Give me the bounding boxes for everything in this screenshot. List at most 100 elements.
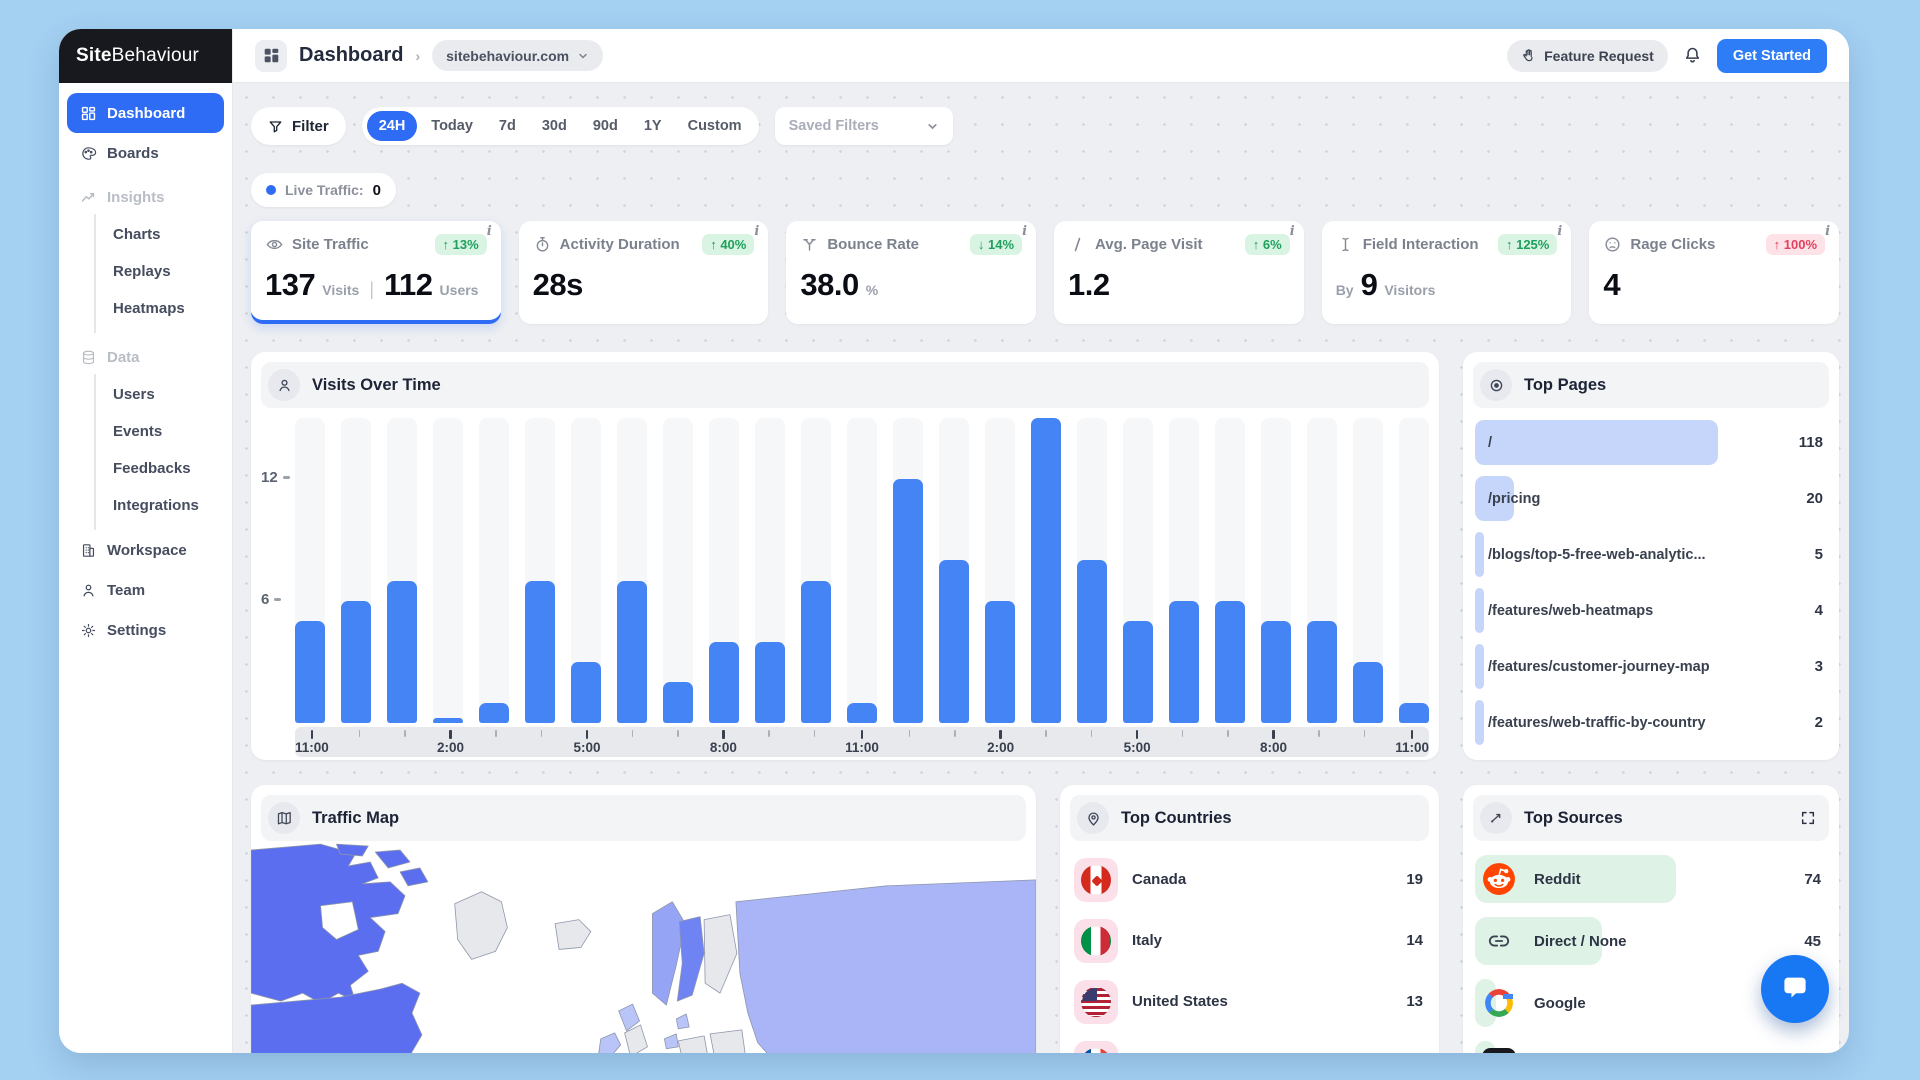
- range-chip-custom[interactable]: Custom: [676, 111, 754, 141]
- bar-hour-7:00[interactable]: [663, 682, 693, 723]
- stat-card-avg-page-visit[interactable]: Avg. Page Visit ↑ 6% 1.2 i: [1054, 221, 1304, 324]
- sidebar-item-users[interactable]: Users: [96, 376, 224, 413]
- sidebar-item-settings[interactable]: Settings: [67, 610, 224, 650]
- bar-hour-3:00[interactable]: [1031, 418, 1061, 723]
- bar-hour-8:00[interactable]: [1261, 621, 1291, 723]
- stat-card-bounce-rate[interactable]: Bounce Rate ↓ 14% 38.0% i: [786, 221, 1037, 324]
- range-chip-90d[interactable]: 90d: [581, 111, 630, 141]
- feature-request-button[interactable]: Feature Request: [1507, 39, 1668, 72]
- saved-filters-select[interactable]: Saved Filters: [774, 107, 953, 145]
- x-axis-label: 8:00: [709, 740, 737, 755]
- site-selector[interactable]: sitebehaviour.com: [432, 40, 604, 71]
- bar-hour-2:00[interactable]: [985, 601, 1015, 723]
- bar-hour-11:00[interactable]: [295, 621, 325, 723]
- sidebar-item-feedbacks[interactable]: Feedbacks: [96, 450, 224, 487]
- info-icon[interactable]: i: [1825, 224, 1830, 239]
- bar-hour-5:00[interactable]: [1123, 621, 1153, 723]
- slash-icon: [1068, 235, 1087, 254]
- x-axis-cell: [663, 730, 692, 757]
- source-row[interactable]: Reddit 74: [1475, 855, 1827, 903]
- bar-hour-10:00[interactable]: [1353, 662, 1383, 723]
- expand-icon[interactable]: [1800, 810, 1816, 826]
- sidebar-item-boards[interactable]: Boards: [67, 133, 224, 173]
- bar-track: [1077, 418, 1107, 723]
- bar-hour-12:00[interactable]: [893, 479, 923, 723]
- top-page-bar: [1475, 588, 1484, 633]
- sidebar-item-integrations[interactable]: Integrations: [96, 487, 224, 524]
- country-row-fr[interactable]: France12: [1074, 1040, 1425, 1053]
- chat-widget-button[interactable]: [1761, 955, 1829, 1023]
- bar-hour-12:00[interactable]: [341, 601, 371, 723]
- bar-hour-8:00[interactable]: [709, 642, 739, 723]
- bell-icon[interactable]: [1682, 45, 1703, 66]
- google-icon-bar: [1503, 994, 1513, 999]
- bar-hour-1:00[interactable]: [939, 560, 969, 723]
- x-axis-label: 8:00: [1260, 740, 1288, 755]
- bar-hour-1:00[interactable]: [387, 581, 417, 723]
- source-row[interactable]: Direct / None 45: [1475, 917, 1827, 965]
- country-row-it[interactable]: Italy 14: [1074, 918, 1425, 963]
- world-traffic-map[interactable]: [251, 843, 1036, 1053]
- bar-hour-6:00[interactable]: [1169, 601, 1199, 723]
- info-icon[interactable]: i: [1290, 224, 1295, 239]
- stat-value-number: 1.2: [1068, 267, 1110, 302]
- range-chip-today[interactable]: Today: [419, 111, 485, 141]
- x-axis-tick: [585, 730, 589, 739]
- bar-hour-4:00[interactable]: [525, 581, 555, 723]
- bar-hour-6:00[interactable]: [617, 581, 647, 723]
- filter-button[interactable]: Filter: [251, 107, 346, 145]
- top-page-row[interactable]: / 118: [1475, 418, 1827, 467]
- info-icon[interactable]: i: [1557, 224, 1562, 239]
- range-chip-7d[interactable]: 7d: [487, 111, 528, 141]
- info-icon[interactable]: i: [487, 224, 492, 239]
- y-axis-tick: 6: [261, 591, 282, 608]
- country-name: Canada: [1132, 871, 1187, 888]
- top-page-row[interactable]: /features/web-traffic-by-country 2: [1475, 698, 1827, 747]
- sidebar-item-label: Settings: [107, 621, 167, 639]
- country-row-ca[interactable]: Canada 19: [1074, 857, 1425, 902]
- top-page-bar: [1475, 644, 1484, 689]
- stat-card-rage-clicks[interactable]: Rage Clicks ↑ 100% 4 i: [1589, 221, 1840, 324]
- range-chip-1y[interactable]: 1Y: [632, 111, 674, 141]
- top-page-row[interactable]: /features/web-heatmaps 4: [1475, 586, 1827, 635]
- sidebar-item-dashboard[interactable]: Dashboard: [67, 93, 224, 133]
- stat-card-site-traffic[interactable]: Site Traffic ↑ 13% 137 Visits | 112 Users i: [251, 221, 501, 324]
- info-icon[interactable]: i: [754, 224, 759, 239]
- sidebar-item-charts[interactable]: Charts: [96, 216, 224, 253]
- stat-card-activity-duration[interactable]: Activity Duration ↑ 40% 28s i: [518, 221, 769, 324]
- sidebar-item-replays[interactable]: Replays: [96, 253, 224, 290]
- get-started-button[interactable]: Get Started: [1716, 38, 1827, 73]
- bar-hour-5:00[interactable]: [571, 662, 601, 723]
- stat-title: Activity Duration: [559, 236, 680, 253]
- top-page-row[interactable]: /blogs/top-5-free-web-analytic... 5: [1475, 530, 1827, 579]
- bar-hour-9:00[interactable]: [1307, 621, 1337, 723]
- bar-track: [939, 418, 969, 723]
- stat-title: Avg. Page Visit: [1095, 236, 1203, 253]
- info-icon[interactable]: i: [1022, 224, 1027, 239]
- trend-arrow-icon: [1480, 802, 1512, 834]
- source-row[interactable]: Sitebehaviour.com5: [1475, 1041, 1827, 1053]
- bar-hour-7:00[interactable]: [1215, 601, 1245, 723]
- bar-hour-2:00[interactable]: [433, 718, 463, 723]
- bar-hour-11:00[interactable]: [1399, 703, 1429, 723]
- sidebar-item-team[interactable]: Team: [67, 570, 224, 610]
- sidebar-item-heatmaps[interactable]: Heatmaps: [96, 290, 224, 327]
- stat-value-number: 38.0: [800, 267, 859, 302]
- country-row-us[interactable]: United States 13: [1074, 979, 1425, 1024]
- range-chip-24h[interactable]: 24H: [366, 111, 418, 141]
- bar-hour-3:00[interactable]: [479, 703, 509, 723]
- x-axis-tick: [860, 730, 864, 739]
- stat-card-field-interaction[interactable]: Field Interaction ↑ 125% By 9 Visitors i: [1321, 221, 1572, 324]
- bar-hour-4:00[interactable]: [1077, 560, 1107, 723]
- bar-hour-10:00[interactable]: [801, 581, 831, 723]
- link-icon: [1488, 930, 1510, 952]
- bar-hour-11:00[interactable]: [847, 703, 877, 723]
- top-page-row[interactable]: /pricing 20: [1475, 474, 1827, 523]
- sidebar-item-label: Events: [113, 423, 163, 440]
- top-page-row[interactable]: /features/customer-journey-map 3: [1475, 642, 1827, 691]
- sidebar-item-events[interactable]: Events: [96, 413, 224, 450]
- sidebar-item-workspace[interactable]: Workspace: [67, 530, 224, 570]
- bar-hour-9:00[interactable]: [755, 642, 785, 723]
- x-axis-cell: 11:00: [845, 730, 879, 757]
- range-chip-30d[interactable]: 30d: [530, 111, 579, 141]
